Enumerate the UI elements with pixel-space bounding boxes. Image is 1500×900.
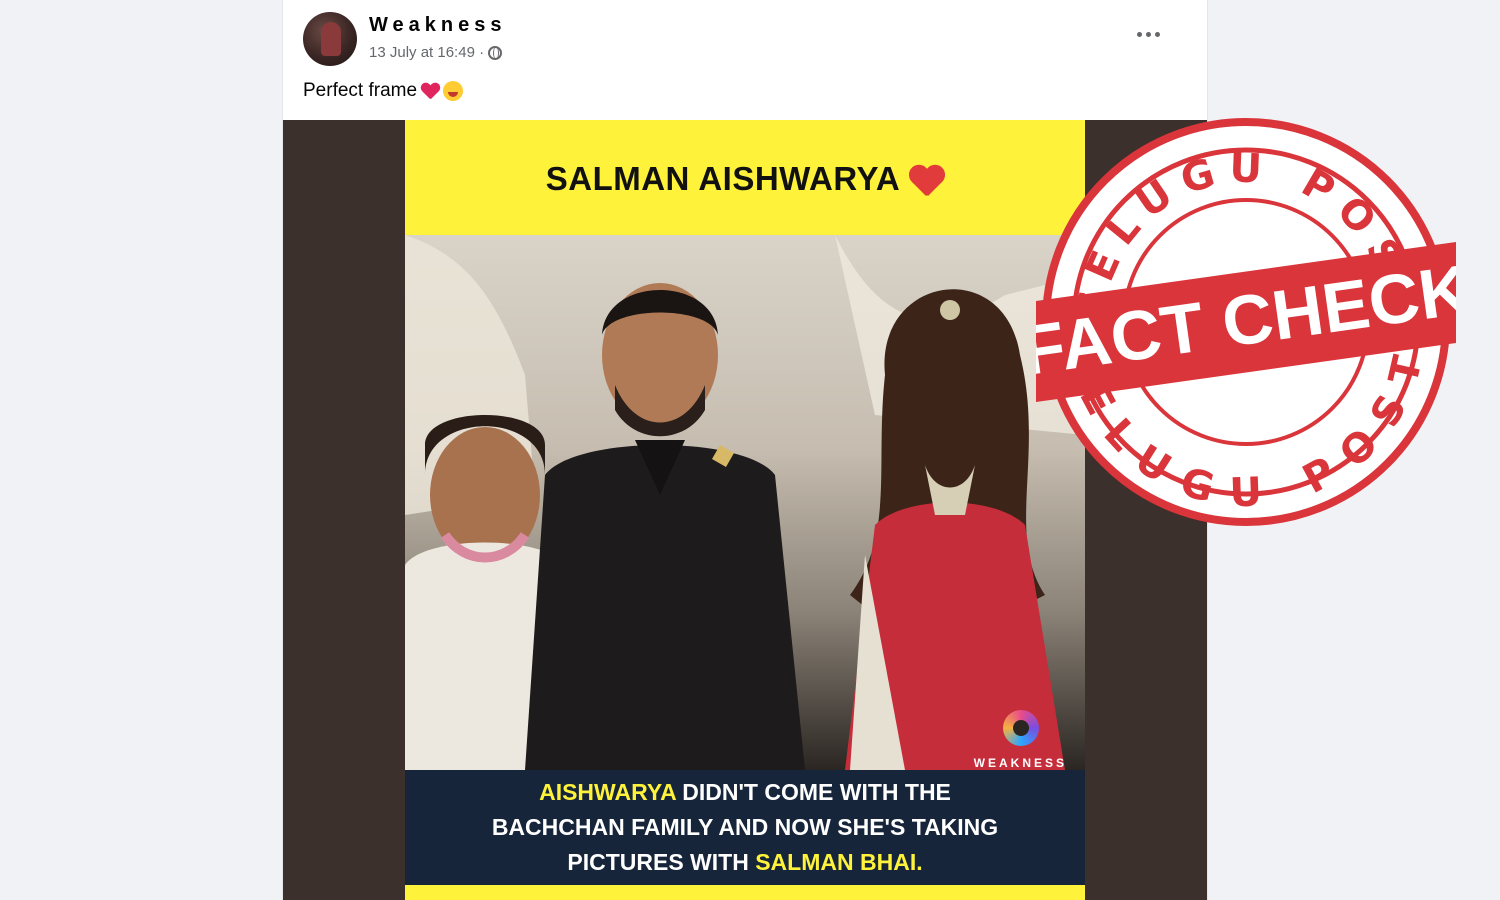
post-header: Weakness 13 July at 16:49 · bbox=[303, 12, 1183, 68]
globe-icon bbox=[488, 45, 503, 60]
post-text-content: Perfect frame bbox=[303, 80, 418, 101]
post-timestamp[interactable]: 13 July at 16:49 · bbox=[369, 44, 484, 61]
caption-line-1: AISHWARYA DIDN'T COME WITH THE bbox=[539, 775, 951, 810]
shared-image: SALMAN AISHWARYA WEAKNESS AISHWARYA DIDN… bbox=[405, 120, 1085, 900]
caption-highlight-2: SALMAN BHAI. bbox=[755, 849, 923, 875]
celebrity-photo: WEAKNESS bbox=[405, 235, 1085, 770]
caption-line-3: PICTURES WITH SALMAN BHAI. bbox=[567, 845, 922, 880]
smiling-face-emoji-icon bbox=[443, 81, 464, 101]
caption-line-3-rest: PICTURES WITH bbox=[567, 849, 756, 875]
image-title: SALMAN AISHWARYA bbox=[405, 160, 1085, 198]
image-caption: AISHWARYA DIDN'T COME WITH THE BACHCHAN … bbox=[405, 770, 1085, 885]
title-heart-icon bbox=[908, 166, 944, 196]
author-avatar[interactable] bbox=[303, 12, 357, 66]
caption-line-1-rest: DIDN'T COME WITH THE bbox=[675, 779, 951, 805]
image-title-text: SALMAN AISHWARYA bbox=[545, 160, 901, 197]
brand-watermark: WEAKNESS bbox=[973, 756, 1067, 770]
fact-check-stamp: TELUGU POST TELUGU POST FACT CHECK bbox=[1036, 118, 1456, 526]
caption-highlight-1: AISHWARYA bbox=[539, 779, 676, 805]
more-options-icon[interactable] bbox=[1137, 30, 1161, 38]
weakness-logo-icon bbox=[1003, 710, 1039, 746]
post-meta: 13 July at 16:49 · bbox=[369, 44, 503, 61]
author-name[interactable]: Weakness bbox=[369, 14, 506, 37]
heart-emoji-icon bbox=[421, 83, 439, 99]
caption-line-2: BACHCHAN FAMILY AND NOW SHE'S TAKING bbox=[491, 814, 999, 840]
post-text: Perfect frame bbox=[303, 80, 464, 102]
